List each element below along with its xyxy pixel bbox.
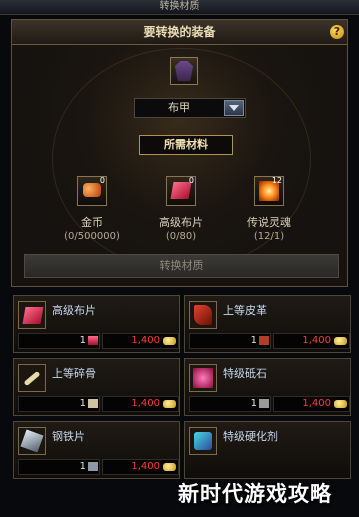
leather-mini-icon — [259, 336, 269, 345]
price-field: 1,400 — [102, 459, 179, 475]
owned-count-field: 1 — [18, 459, 100, 475]
item-card[interactable]: 钢铁片 1 1,400 — [13, 421, 180, 479]
leather-icon — [189, 301, 217, 329]
chevron-down-icon[interactable] — [224, 100, 244, 116]
material-slot[interactable]: 0 — [77, 176, 107, 206]
owned-count-field: 1 — [189, 333, 271, 349]
item-name: 上等碎骨 — [52, 367, 96, 380]
item-price: 1,400 — [302, 398, 331, 409]
gold-coin-icon — [334, 400, 347, 408]
equipment-slot[interactable] — [170, 57, 198, 85]
item-price: 1,400 — [302, 335, 331, 346]
owned-count-field: 1 — [18, 333, 100, 349]
dropdown-value: 布甲 — [168, 101, 190, 114]
gold-coin-icon — [163, 463, 176, 471]
item-card[interactable]: 高级布片 1 1,400 — [13, 295, 180, 353]
item-name: 高级布片 — [52, 304, 96, 317]
item-name: 上等皮革 — [223, 304, 267, 317]
gold-coin-icon — [334, 337, 347, 345]
coins-icon — [83, 183, 101, 197]
material-type-dropdown[interactable]: 布甲 — [134, 98, 246, 118]
whetstone-icon — [189, 364, 217, 392]
whetstone-mini-icon — [259, 399, 269, 408]
bone-mini-icon — [88, 399, 98, 408]
gold-coin-icon — [163, 400, 176, 408]
cloth-mini-icon — [88, 336, 98, 345]
owned-count: 1 — [79, 398, 86, 409]
item-name: 特级硬化剂 — [223, 430, 278, 443]
price-field: 1,400 — [102, 333, 179, 349]
material-gold: 0 金币 (0/500000) — [47, 176, 137, 242]
required-materials-header: 所需材料 — [139, 135, 233, 155]
item-card[interactable]: 特级硬化剂 — [184, 421, 351, 479]
material-count: 12 — [271, 176, 282, 185]
owned-count: 1 — [250, 335, 257, 346]
material-quantity: (0/500000) — [64, 231, 120, 242]
item-price: 1,400 — [131, 398, 160, 409]
material-cloth: 0 高级布片 (0/80) — [136, 176, 226, 242]
material-slot[interactable]: 0 — [166, 176, 196, 206]
material-quantity: (0/80) — [165, 231, 197, 242]
owned-count: 1 — [250, 398, 257, 409]
item-name: 钢铁片 — [52, 430, 85, 443]
equipment-conversion-panel: 要转换的装备 ? 布甲 所需材料 0 金币 (0/500000) 0 高级布片 … — [11, 19, 348, 287]
item-name: 特级砥石 — [223, 367, 267, 380]
convert-material-button[interactable]: 转换材质 — [24, 254, 339, 278]
owned-count-field: 1 — [189, 396, 271, 412]
panel-header: 要转换的装备 — [12, 20, 347, 45]
item-price: 1,400 — [131, 335, 160, 346]
gold-coin-icon — [163, 337, 176, 345]
owned-count: 1 — [79, 461, 86, 472]
material-name: 金币 — [81, 216, 103, 229]
material-name: 高级布片 — [159, 216, 203, 229]
material-quantity: (12/1) — [253, 231, 285, 242]
owned-count: 1 — [79, 335, 86, 346]
item-price: 1,400 — [131, 461, 160, 472]
item-card[interactable]: 上等皮革 1 1,400 — [184, 295, 351, 353]
material-count: 0 — [188, 176, 194, 185]
item-card[interactable]: 特级砥石 1 1,400 — [184, 358, 351, 416]
material-soul: 12 传说灵魂 (12/1) — [224, 176, 314, 242]
robe-icon — [175, 61, 193, 81]
cloth-icon — [18, 301, 46, 329]
material-count: 0 — [99, 176, 105, 185]
steel-icon — [18, 427, 46, 455]
price-field: 1,400 — [273, 333, 350, 349]
help-icon[interactable]: ? — [330, 25, 344, 39]
material-slot[interactable]: 12 — [254, 176, 284, 206]
hardener-icon — [189, 427, 217, 455]
item-card[interactable]: 上等碎骨 1 1,400 — [13, 358, 180, 416]
material-name: 传说灵魂 — [247, 216, 291, 229]
price-field: 1,400 — [273, 396, 350, 412]
steel-mini-icon — [88, 462, 98, 471]
bone-icon — [18, 364, 46, 392]
watermark-text: 新时代游戏攻略 — [178, 482, 332, 506]
owned-count-field: 1 — [18, 396, 100, 412]
window-title: 转换材质 — [0, 0, 359, 15]
price-field: 1,400 — [102, 396, 179, 412]
